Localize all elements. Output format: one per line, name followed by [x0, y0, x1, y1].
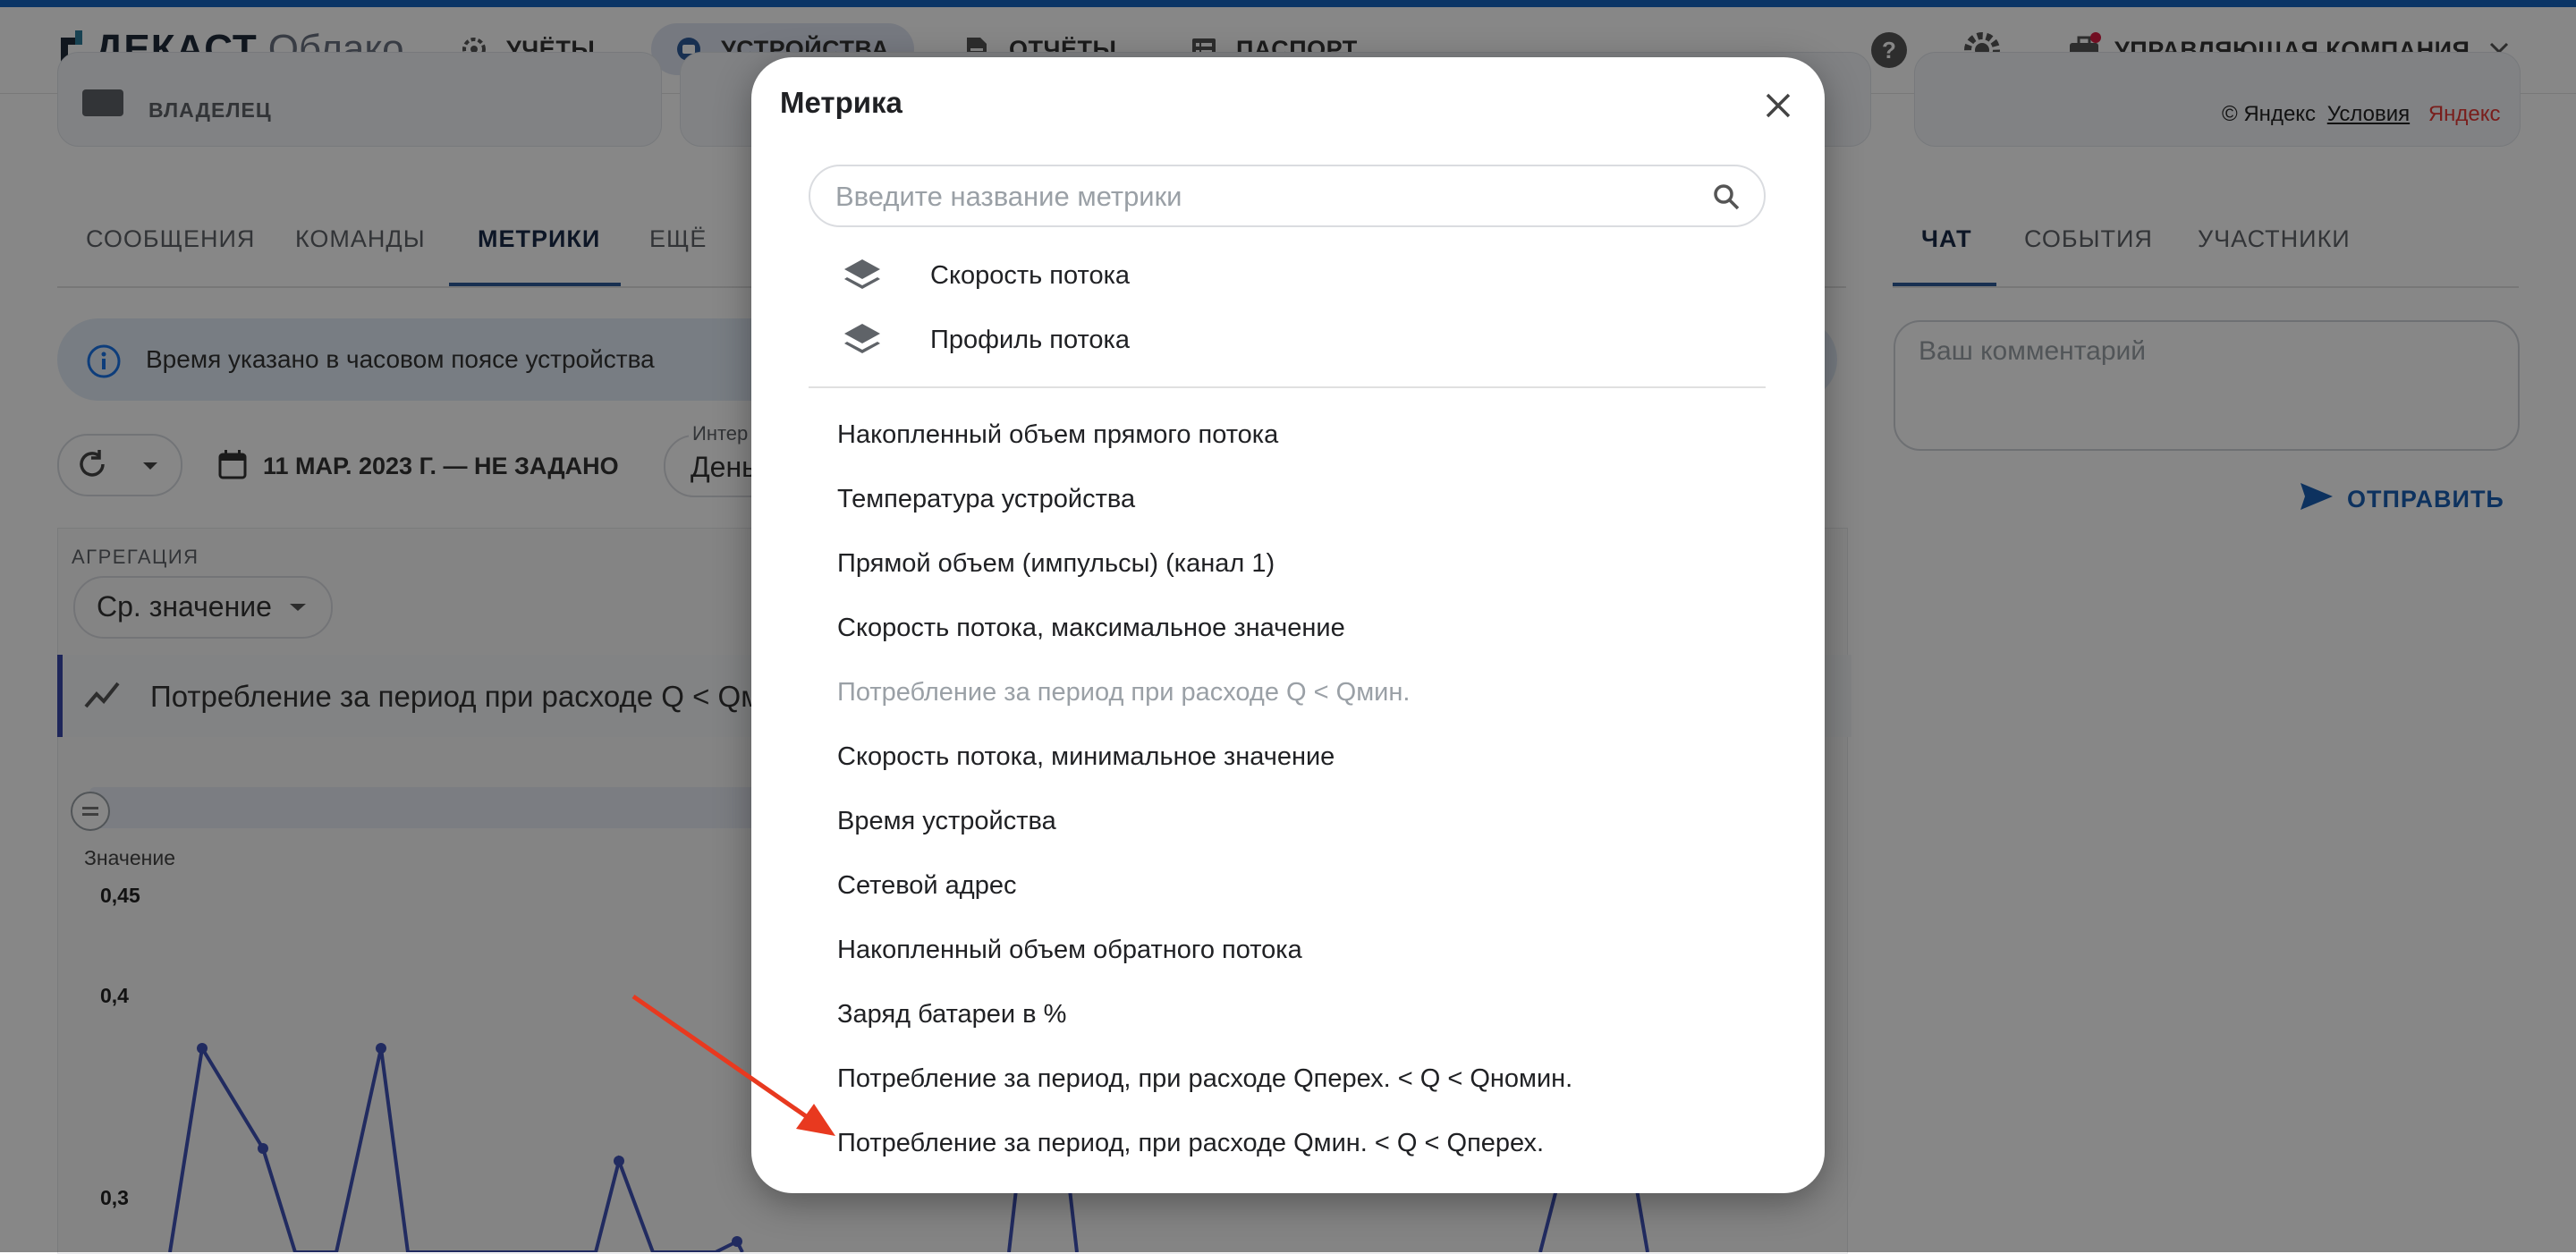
annotation-arrow	[631, 994, 835, 1136]
